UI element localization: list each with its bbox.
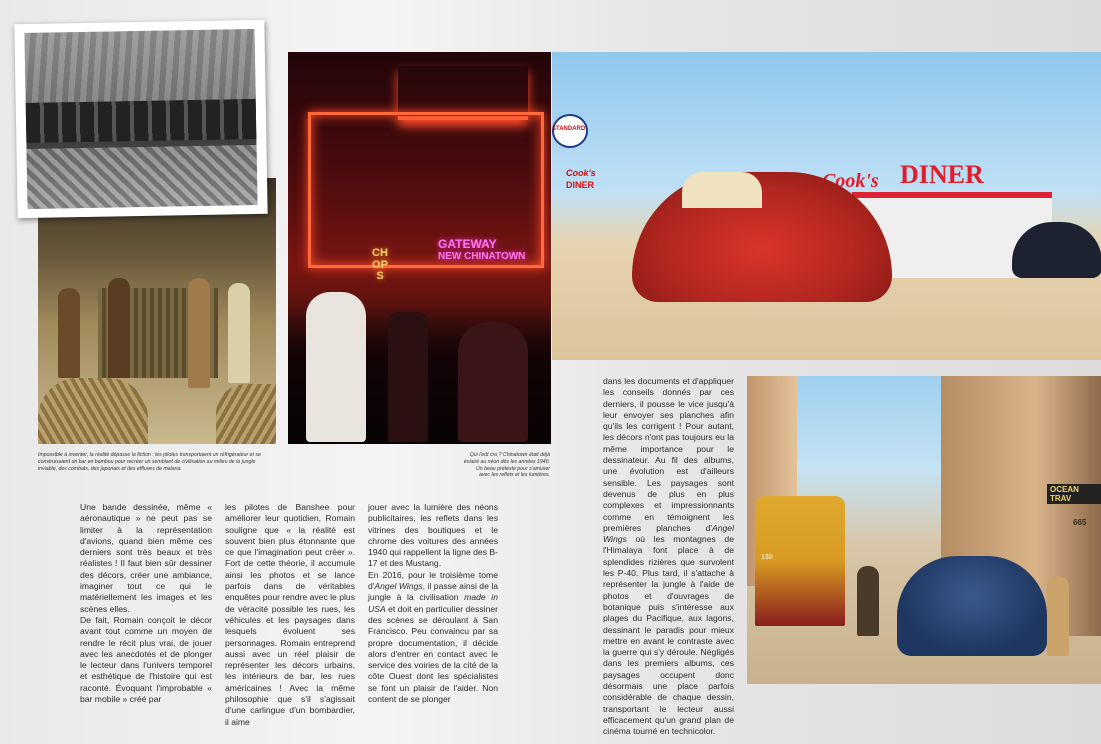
pilot-figure xyxy=(58,288,80,378)
diner-illustration: Cook's DINER STANDARD Cook's DINER xyxy=(552,52,1101,360)
street-illustration: OCEAN TRAV 665 130 xyxy=(747,376,1101,684)
bar-scene-illustration xyxy=(38,178,276,444)
neon-new-chinatown: NEW CHINATOWN xyxy=(438,251,526,262)
caption-right: Qui l'eût cru ? Chinatown était déjà écl… xyxy=(463,452,550,479)
wicker-chair xyxy=(38,378,148,444)
chinatown-illustration: GATEWAY NEW CHINATOWN CHOPS xyxy=(288,52,551,444)
sign-ocean: OCEAN TRAV xyxy=(1047,484,1101,504)
photo-floor xyxy=(26,144,258,209)
photo-wall xyxy=(25,98,257,144)
text-column-4: dans les documents et d'appliquer les co… xyxy=(603,376,734,737)
pilot-figure xyxy=(108,278,130,378)
building-number: 665 xyxy=(1073,518,1087,527)
pilot-figure xyxy=(188,278,210,388)
bw-photo-bar-interior xyxy=(14,19,268,219)
photo-image xyxy=(24,29,258,209)
tram: 130 xyxy=(755,496,845,626)
sign-cooks-small: Cook's xyxy=(566,168,596,178)
caption-left: Impossible à inventer, la réalité dépass… xyxy=(38,452,261,472)
text-column-1: Une bande dessinée, même « aéronautique … xyxy=(80,502,212,705)
passengers xyxy=(682,172,762,208)
car-silhouette xyxy=(458,322,528,442)
man-white-jacket xyxy=(306,292,366,442)
neon-chops: CHOPS xyxy=(372,247,388,283)
crowd-figure xyxy=(388,312,428,442)
text-column-2: les pilotes de Banshee pour améliorer le… xyxy=(225,502,355,727)
woman-figure xyxy=(228,283,250,383)
pedestrian-figure xyxy=(1047,576,1069,656)
photo-ceiling xyxy=(24,29,256,104)
text-column-3: jouer avec la lumière des néons publicit… xyxy=(368,502,499,705)
wicker-chair xyxy=(216,384,276,444)
chinatown-gate xyxy=(308,112,544,268)
neon-gateway: GATEWAY xyxy=(438,237,497,251)
pedestrian-figure xyxy=(857,566,879,636)
blue-car xyxy=(897,556,1047,656)
sign-diner: DINER xyxy=(900,160,984,189)
standard-sign: STANDARD xyxy=(552,114,588,148)
sign-diner-small: DINER xyxy=(566,180,595,190)
black-car xyxy=(1012,222,1101,278)
